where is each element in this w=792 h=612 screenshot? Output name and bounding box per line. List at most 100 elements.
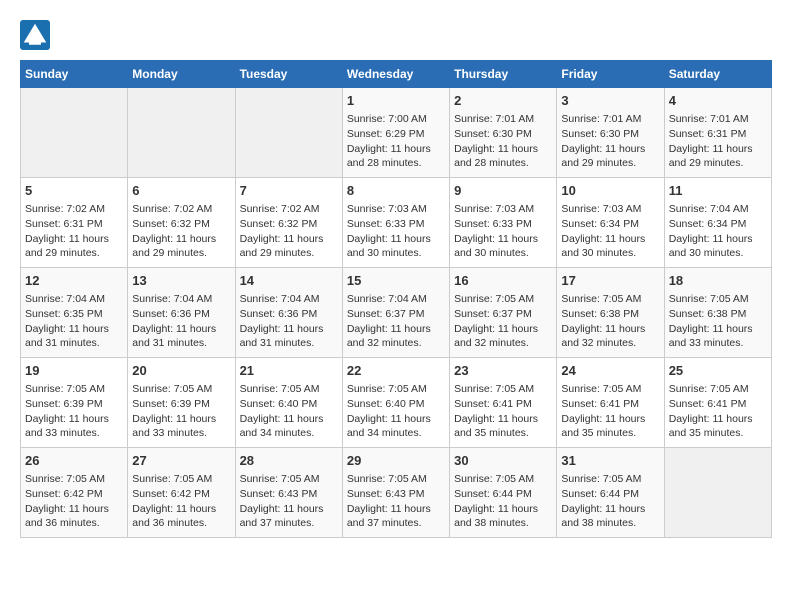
- calendar-cell: 20Sunrise: 7:05 AMSunset: 6:39 PMDayligh…: [128, 358, 235, 448]
- daylight-text: Daylight: 11 hours and 32 minutes.: [347, 322, 445, 351]
- daylight-text: Daylight: 11 hours and 28 minutes.: [347, 142, 445, 171]
- calendar-cell: 22Sunrise: 7:05 AMSunset: 6:40 PMDayligh…: [342, 358, 449, 448]
- sunset-text: Sunset: 6:34 PM: [561, 217, 659, 232]
- daylight-text: Daylight: 11 hours and 35 minutes.: [454, 412, 552, 441]
- weekday-header-tuesday: Tuesday: [235, 61, 342, 88]
- sunrise-text: Sunrise: 7:02 AM: [240, 202, 338, 217]
- daylight-text: Daylight: 11 hours and 32 minutes.: [454, 322, 552, 351]
- sunrise-text: Sunrise: 7:05 AM: [25, 382, 123, 397]
- weekday-header-monday: Monday: [128, 61, 235, 88]
- sunset-text: Sunset: 6:41 PM: [669, 397, 767, 412]
- sunset-text: Sunset: 6:31 PM: [669, 127, 767, 142]
- calendar-week-row: 19Sunrise: 7:05 AMSunset: 6:39 PMDayligh…: [21, 358, 772, 448]
- sunset-text: Sunset: 6:42 PM: [25, 487, 123, 502]
- sunrise-text: Sunrise: 7:05 AM: [561, 472, 659, 487]
- daylight-text: Daylight: 11 hours and 30 minutes.: [561, 232, 659, 261]
- calendar-week-row: 5Sunrise: 7:02 AMSunset: 6:31 PMDaylight…: [21, 178, 772, 268]
- sunset-text: Sunset: 6:30 PM: [454, 127, 552, 142]
- day-number: 2: [454, 92, 552, 110]
- weekday-header-wednesday: Wednesday: [342, 61, 449, 88]
- sunrise-text: Sunrise: 7:04 AM: [25, 292, 123, 307]
- sunrise-text: Sunrise: 7:05 AM: [561, 292, 659, 307]
- calendar-cell: 25Sunrise: 7:05 AMSunset: 6:41 PMDayligh…: [664, 358, 771, 448]
- calendar-cell: 6Sunrise: 7:02 AMSunset: 6:32 PMDaylight…: [128, 178, 235, 268]
- calendar-cell: 21Sunrise: 7:05 AMSunset: 6:40 PMDayligh…: [235, 358, 342, 448]
- weekday-header-sunday: Sunday: [21, 61, 128, 88]
- day-number: 14: [240, 272, 338, 290]
- sunset-text: Sunset: 6:39 PM: [25, 397, 123, 412]
- sunrise-text: Sunrise: 7:05 AM: [25, 472, 123, 487]
- sunrise-text: Sunrise: 7:04 AM: [240, 292, 338, 307]
- weekday-header-thursday: Thursday: [450, 61, 557, 88]
- day-number: 5: [25, 182, 123, 200]
- day-number: 15: [347, 272, 445, 290]
- sunset-text: Sunset: 6:41 PM: [454, 397, 552, 412]
- sunrise-text: Sunrise: 7:04 AM: [347, 292, 445, 307]
- day-number: 20: [132, 362, 230, 380]
- day-number: 1: [347, 92, 445, 110]
- calendar-cell: 29Sunrise: 7:05 AMSunset: 6:43 PMDayligh…: [342, 448, 449, 538]
- page-header: [20, 20, 772, 50]
- weekday-header-friday: Friday: [557, 61, 664, 88]
- calendar-cell: 23Sunrise: 7:05 AMSunset: 6:41 PMDayligh…: [450, 358, 557, 448]
- daylight-text: Daylight: 11 hours and 31 minutes.: [240, 322, 338, 351]
- daylight-text: Daylight: 11 hours and 29 minutes.: [25, 232, 123, 261]
- sunset-text: Sunset: 6:43 PM: [347, 487, 445, 502]
- day-number: 17: [561, 272, 659, 290]
- sunset-text: Sunset: 6:44 PM: [454, 487, 552, 502]
- day-number: 31: [561, 452, 659, 470]
- day-number: 28: [240, 452, 338, 470]
- daylight-text: Daylight: 11 hours and 29 minutes.: [132, 232, 230, 261]
- sunset-text: Sunset: 6:37 PM: [347, 307, 445, 322]
- day-number: 21: [240, 362, 338, 380]
- sunset-text: Sunset: 6:44 PM: [561, 487, 659, 502]
- calendar-cell: 16 Sunrise: 7:05 AMSunset: 6:37 PMDayligh…: [450, 268, 557, 358]
- calendar-cell: 9Sunrise: 7:03 AMSunset: 6:33 PMDaylight…: [450, 178, 557, 268]
- calendar-table: SundayMondayTuesdayWednesdayThursdayFrid…: [20, 60, 772, 538]
- daylight-text: Daylight: 11 hours and 37 minutes.: [347, 502, 445, 531]
- day-number: 9: [454, 182, 552, 200]
- sunrise-text: Sunrise: 7:05 AM: [454, 292, 552, 307]
- day-number: 8: [347, 182, 445, 200]
- sunrise-text: Sunrise: 7:03 AM: [347, 202, 445, 217]
- sunset-text: Sunset: 6:36 PM: [240, 307, 338, 322]
- sunrise-text: Sunrise: 7:05 AM: [454, 382, 552, 397]
- calendar-cell: 1Sunrise: 7:00 AMSunset: 6:29 PMDaylight…: [342, 88, 449, 178]
- sunrise-text: Sunrise: 7:03 AM: [454, 202, 552, 217]
- daylight-text: Daylight: 11 hours and 33 minutes.: [669, 322, 767, 351]
- day-number: 24: [561, 362, 659, 380]
- calendar-cell: 18Sunrise: 7:05 AMSunset: 6:38 PMDayligh…: [664, 268, 771, 358]
- day-number: 16: [454, 272, 552, 290]
- sunset-text: Sunset: 6:42 PM: [132, 487, 230, 502]
- daylight-text: Daylight: 11 hours and 34 minutes.: [240, 412, 338, 441]
- calendar-cell: 3Sunrise: 7:01 AMSunset: 6:30 PMDaylight…: [557, 88, 664, 178]
- sunset-text: Sunset: 6:32 PM: [240, 217, 338, 232]
- sunrise-text: Sunrise: 7:05 AM: [240, 472, 338, 487]
- sunrise-text: Sunrise: 7:05 AM: [347, 472, 445, 487]
- daylight-text: Daylight: 11 hours and 36 minutes.: [25, 502, 123, 531]
- calendar-cell: 17Sunrise: 7:05 AMSunset: 6:38 PMDayligh…: [557, 268, 664, 358]
- calendar-cell: 2Sunrise: 7:01 AMSunset: 6:30 PMDaylight…: [450, 88, 557, 178]
- sunrise-text: Sunrise: 7:05 AM: [240, 382, 338, 397]
- day-number: 19: [25, 362, 123, 380]
- daylight-text: Daylight: 11 hours and 37 minutes.: [240, 502, 338, 531]
- sunset-text: Sunset: 6:38 PM: [669, 307, 767, 322]
- weekday-row: SundayMondayTuesdayWednesdayThursdayFrid…: [21, 61, 772, 88]
- sunset-text: Sunset: 6:31 PM: [25, 217, 123, 232]
- calendar-cell: 10Sunrise: 7:03 AMSunset: 6:34 PMDayligh…: [557, 178, 664, 268]
- sunset-text: Sunset: 6:34 PM: [669, 217, 767, 232]
- daylight-text: Daylight: 11 hours and 36 minutes.: [132, 502, 230, 531]
- sunrise-text: Sunrise: 7:01 AM: [669, 112, 767, 127]
- daylight-text: Daylight: 11 hours and 30 minutes.: [669, 232, 767, 261]
- daylight-text: Daylight: 11 hours and 30 minutes.: [454, 232, 552, 261]
- sunrise-text: Sunrise: 7:02 AM: [25, 202, 123, 217]
- sunset-text: Sunset: 6:37 PM: [454, 307, 552, 322]
- sunset-text: Sunset: 6:30 PM: [561, 127, 659, 142]
- sunset-text: Sunset: 6:41 PM: [561, 397, 659, 412]
- daylight-text: Daylight: 11 hours and 29 minutes.: [561, 142, 659, 171]
- day-number: 7: [240, 182, 338, 200]
- daylight-text: Daylight: 11 hours and 33 minutes.: [25, 412, 123, 441]
- daylight-text: Daylight: 11 hours and 28 minutes.: [454, 142, 552, 171]
- calendar-cell: 24Sunrise: 7:05 AMSunset: 6:41 PMDayligh…: [557, 358, 664, 448]
- calendar-week-row: 12Sunrise: 7:04 AMSunset: 6:35 PMDayligh…: [21, 268, 772, 358]
